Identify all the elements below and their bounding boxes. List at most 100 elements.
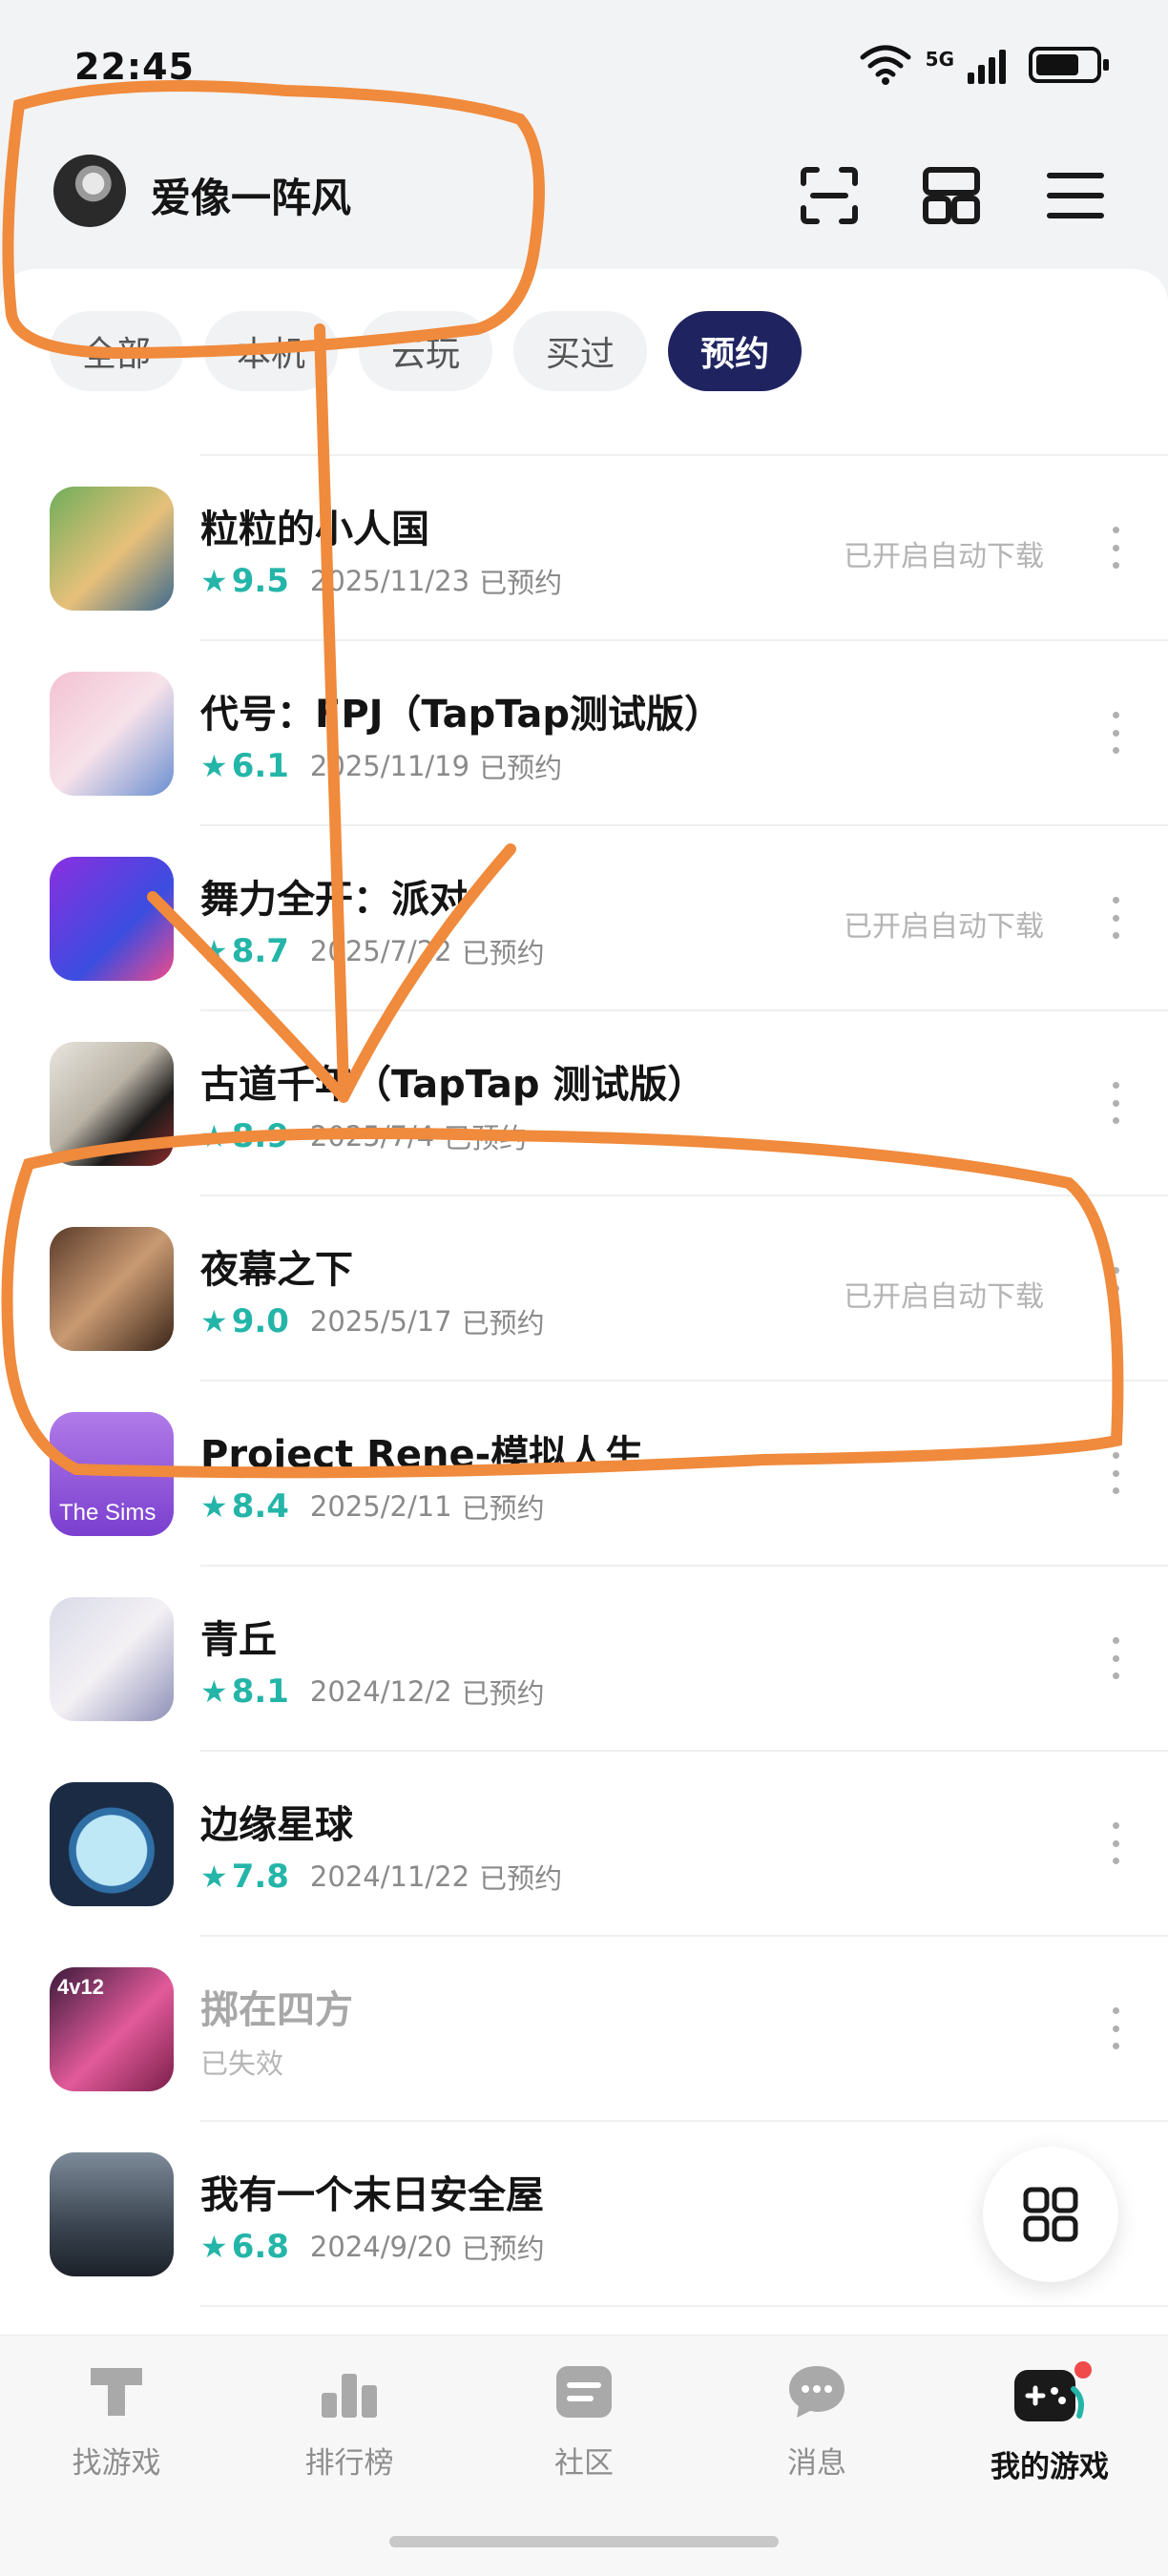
hamburger-menu-icon: [1047, 173, 1104, 218]
scan-button[interactable]: [796, 162, 863, 229]
rating-value: 9.0: [231, 1302, 289, 1340]
divider: [200, 2305, 1168, 2307]
game-icon: [50, 672, 174, 796]
auto-download-label: 已开启自动下载: [844, 910, 1044, 944]
more-options-icon[interactable]: [1101, 1822, 1130, 1864]
list-item[interactable]: 边缘星球 ★ 7.8 2024/11/22 已预约: [0, 1752, 1168, 1937]
rating-value: 6.1: [231, 747, 289, 785]
rating: ★ 9.0: [200, 1302, 289, 1340]
list-item[interactable]: 代号：FPJ（TapTap测试版） ★ 6.1 2025/11/19 已预约: [0, 641, 1168, 826]
nav-community[interactable]: 社区: [489, 2360, 679, 2482]
nav-my-games[interactable]: 我的游戏: [954, 2360, 1145, 2485]
reserve-status: 已预约: [461, 1492, 545, 1525]
reserve-date: 2025/7/4: [309, 1120, 435, 1153]
auto-download-label: 已开启自动下载: [844, 540, 1044, 573]
game-icon: [50, 1597, 174, 1721]
reserve-status: 已预约: [479, 752, 563, 784]
list-item[interactable]: 古道千年（TapTap 测试版） ★ 8.9 2025/7/4 已预约: [0, 1011, 1168, 1196]
status-bar: 22:45 5G: [0, 0, 1168, 124]
game-icon: [50, 1227, 174, 1351]
wifi-icon: [860, 45, 911, 85]
more-options-icon[interactable]: [1101, 2007, 1130, 2049]
more-options-icon[interactable]: [1101, 1267, 1130, 1309]
rating: ★ 8.7: [200, 932, 289, 970]
star-icon: ★: [200, 1488, 228, 1525]
reserve-status: 已预约: [461, 1307, 545, 1340]
list-item[interactable]: 4v12 掷在四方 已失效: [0, 1937, 1168, 2122]
nav-label: 社区: [554, 2446, 614, 2481]
nav-find-games[interactable]: 找游戏: [21, 2360, 212, 2482]
list-item[interactable]: [0, 271, 1168, 456]
reserve-date: 2025/11/23: [309, 565, 470, 597]
game-title: 我有一个末日安全屋: [200, 2173, 544, 2217]
rating-value: 6.8: [231, 2228, 289, 2266]
signal-icon: [968, 46, 1006, 84]
rating-value: 8.9: [231, 1117, 289, 1155]
community-icon: [556, 2366, 612, 2418]
game-icon: [50, 857, 174, 981]
taptap-icon: [91, 2368, 142, 2416]
battery-icon: [1029, 47, 1109, 83]
game-list-card: 全部 本机 云玩 买过 预约 粒粒的小人国 ★ 9.5 2025/11/23 已预…: [0, 269, 1168, 2335]
list-item[interactable]: 舞力全开：派对 ★ 8.7 2025/7/22 已预约 已开启自动下载: [0, 826, 1168, 1011]
rating: ★ 9.5: [200, 562, 289, 600]
star-icon: ★: [200, 2229, 228, 2265]
reserve-date: 2024/9/20: [309, 2231, 452, 2263]
reserve-date: 2024/11/22: [309, 1860, 470, 1893]
game-title: 舞力全开：派对: [200, 878, 468, 922]
game-meta: ★ 9.5 2025/11/23 已预约: [200, 561, 562, 601]
rating-value: 9.5: [231, 562, 289, 600]
avatar[interactable]: [53, 155, 126, 227]
reserve-date: 2025/11/19: [309, 750, 470, 782]
my-games-icon: [1014, 2361, 1092, 2421]
more-options-icon[interactable]: [1101, 1082, 1130, 1124]
rating-value: 8.4: [231, 1487, 289, 1526]
nav-label: 找游戏: [72, 2446, 161, 2481]
more-options-icon[interactable]: [1101, 527, 1130, 569]
rating-value: 7.8: [231, 1858, 289, 1896]
floating-grid-button[interactable]: [983, 2147, 1118, 2282]
list-item[interactable]: 粒粒的小人国 ★ 9.5 2025/11/23 已预约 已开启自动下载: [0, 456, 1168, 641]
game-title: Project Rene-模拟人生: [200, 1433, 644, 1477]
more-options-icon[interactable]: [1101, 1637, 1130, 1679]
home-indicator[interactable]: [389, 2536, 779, 2547]
reserve-status: 已预约: [461, 937, 545, 969]
reserve-status: 已预约: [461, 2233, 545, 2265]
game-meta: ★ 8.1 2024/12/2 已预约: [200, 1672, 545, 1712]
nav-ranking[interactable]: 排行榜: [254, 2360, 445, 2482]
list-item[interactable]: The Sims Project Rene-模拟人生 ★ 8.4 2025/2/1…: [0, 1381, 1168, 1567]
more-options-icon[interactable]: [1101, 712, 1130, 754]
nav-label: 我的游戏: [991, 2450, 1109, 2484]
list-item[interactable]: 青丘 ★ 8.1 2024/12/2 已预约: [0, 1567, 1168, 1752]
rating: ★ 6.1: [200, 747, 289, 785]
more-options-icon[interactable]: [1101, 1452, 1130, 1494]
star-icon: ★: [200, 1118, 228, 1154]
game-meta: ★ 9.0 2025/5/17 已预约: [200, 1301, 545, 1341]
rating: ★ 8.9: [200, 1117, 289, 1155]
rating-value: 8.1: [231, 1672, 289, 1711]
game-icon: [50, 487, 174, 611]
rating: ★ 8.4: [200, 1487, 289, 1526]
game-title: 粒粒的小人国: [200, 508, 429, 551]
game-meta: ★ 8.4 2025/2/11 已预约: [200, 1486, 545, 1527]
reserve-date: 2025/7/22: [309, 935, 452, 967]
game-meta: 已失效: [200, 2042, 283, 2082]
grid-icon: [1023, 2187, 1078, 2242]
rating: ★ 8.1: [200, 1672, 289, 1711]
username[interactable]: 爱像一阵风: [151, 166, 351, 224]
nav-messages[interactable]: 消息: [721, 2360, 912, 2482]
star-icon: ★: [200, 563, 228, 599]
reserve-status: 已失效: [200, 2047, 284, 2080]
list-item[interactable]: 夜幕之下 ★ 9.0 2025/5/17 已预约 已开启自动下载: [0, 1196, 1168, 1381]
game-icon: [50, 2152, 174, 2276]
reserve-status: 已预约: [479, 567, 563, 599]
menu-button[interactable]: [1042, 162, 1109, 229]
reserve-date: 2025/5/17: [309, 1305, 452, 1338]
game-meta: ★ 7.8 2024/11/22 已预约: [200, 1857, 562, 1897]
layout-toggle-button[interactable]: [918, 162, 985, 229]
star-icon: ★: [200, 748, 228, 784]
game-icon: [50, 1782, 174, 1906]
rating: ★ 6.8: [200, 2228, 289, 2266]
more-options-icon[interactable]: [1101, 897, 1130, 939]
game-icon: The Sims: [50, 1412, 174, 1536]
